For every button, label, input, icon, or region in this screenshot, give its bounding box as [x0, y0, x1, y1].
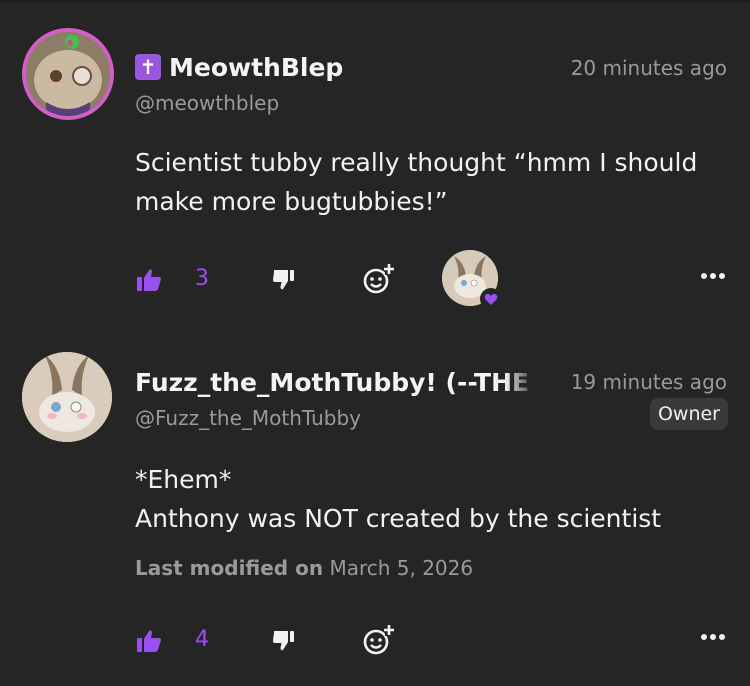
add-reaction-icon[interactable]	[363, 624, 395, 656]
like-count: 4	[195, 627, 209, 652]
thumbs-down-icon[interactable]	[272, 268, 296, 290]
name-fade	[505, 368, 550, 404]
avatar[interactable]	[22, 28, 114, 120]
top-divider	[0, 0, 750, 2]
thumbs-up-icon[interactable]	[136, 629, 162, 653]
add-reaction-icon[interactable]	[363, 263, 395, 295]
author-name[interactable]: Fuzz_the_MothTubby! (--THE I	[135, 368, 545, 397]
comment-line: Scientist tubby really thought “hmm I sh…	[135, 148, 698, 177]
timestamp: 19 minutes ago	[570, 370, 727, 394]
avatar[interactable]	[22, 352, 112, 442]
author-handle[interactable]: @Fuzz_the_MothTubby	[135, 406, 361, 430]
moth-avatar-image	[22, 352, 112, 442]
author-name[interactable]: ✝ MeowthBlep	[135, 53, 343, 82]
comment-line: *Ehem*	[135, 465, 232, 494]
more-icon[interactable]	[700, 272, 726, 280]
author-name-text: MeowthBlep	[169, 53, 344, 82]
like-count: 3	[195, 266, 209, 291]
comment-body: Scientist tubby really thought “hmm I sh…	[135, 143, 725, 221]
owner-badge: Owner	[649, 398, 728, 430]
thumbs-up-icon[interactable]	[136, 268, 162, 292]
comment-line: Anthony was NOT created by the scientist	[135, 504, 662, 533]
comment-actions: 3	[0, 250, 750, 310]
cat-avatar-image	[26, 32, 110, 116]
timestamp: 20 minutes ago	[570, 56, 727, 80]
last-modified-date: March 5, 2026	[329, 556, 474, 580]
last-modified-label: Last modified on	[135, 556, 324, 580]
last-modified: Last modified on March 5, 2026	[135, 556, 473, 580]
author-handle[interactable]: @meowthblep	[135, 91, 279, 115]
cross-badge-icon: ✝	[135, 54, 161, 80]
comment-body: *Ehem* Anthony was NOT created by the sc…	[135, 460, 725, 538]
thumbs-down-icon[interactable]	[272, 629, 296, 651]
more-icon[interactable]	[700, 633, 726, 641]
comment-line: make more bugtubbies!”	[135, 187, 448, 216]
heart-icon	[480, 288, 502, 310]
comment-actions: 4	[0, 611, 750, 671]
reactor-avatar[interactable]	[442, 250, 502, 310]
